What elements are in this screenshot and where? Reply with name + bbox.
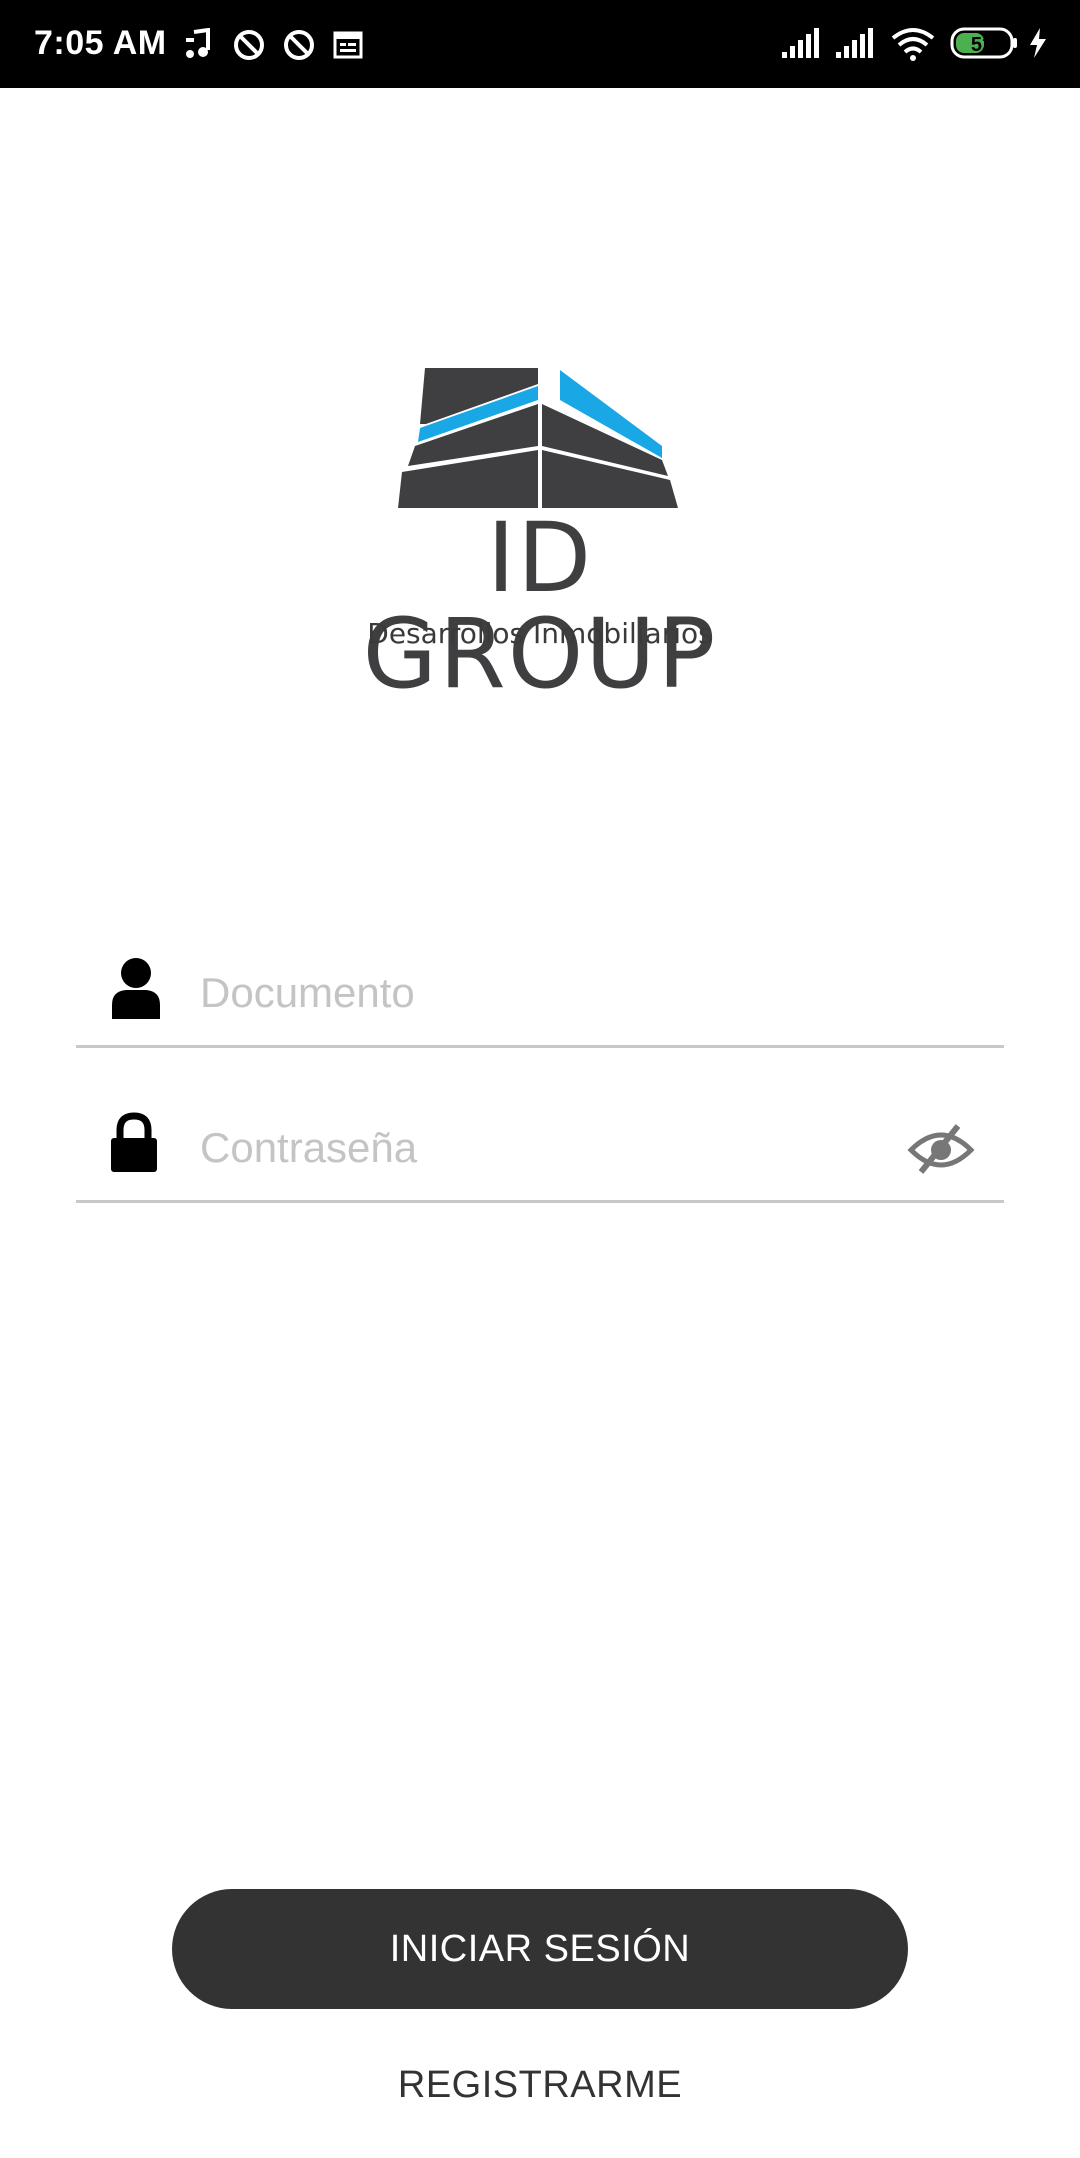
- charging-icon: [1030, 28, 1046, 58]
- status-time: 7:05 AM: [34, 24, 167, 62]
- calendar-icon: [333, 31, 363, 59]
- signal-icon: [782, 28, 819, 58]
- signal-icon: [836, 28, 873, 58]
- logo-subtitle: Desarrollos Inmobiliarios: [367, 617, 713, 650]
- password-input[interactable]: [198, 1112, 842, 1184]
- battery-level: 52: [971, 34, 993, 56]
- music-note-icon: [186, 28, 210, 58]
- app-logo: ID GROUP Desarrollos Inmobiliarios: [290, 360, 790, 702]
- password-field: [76, 1090, 1004, 1203]
- user-icon: [112, 958, 160, 1019]
- logo-title: ID GROUP: [362, 502, 718, 710]
- document-input[interactable]: [198, 957, 842, 1029]
- login-button[interactable]: INICIAR SESIÓN: [172, 1889, 908, 2009]
- block-icon: [284, 30, 314, 60]
- building-logo-icon: [398, 368, 678, 508]
- status-bar: 7:05 AM 52: [0, 0, 1080, 88]
- eye-off-icon[interactable]: [906, 1118, 976, 1178]
- wifi-icon: [891, 28, 935, 61]
- block-icon: [234, 30, 264, 60]
- battery-icon: 52: [950, 27, 1017, 59]
- lock-icon: [111, 1112, 157, 1172]
- register-button[interactable]: REGISTRARME: [340, 2050, 740, 2120]
- document-field: [76, 935, 1004, 1048]
